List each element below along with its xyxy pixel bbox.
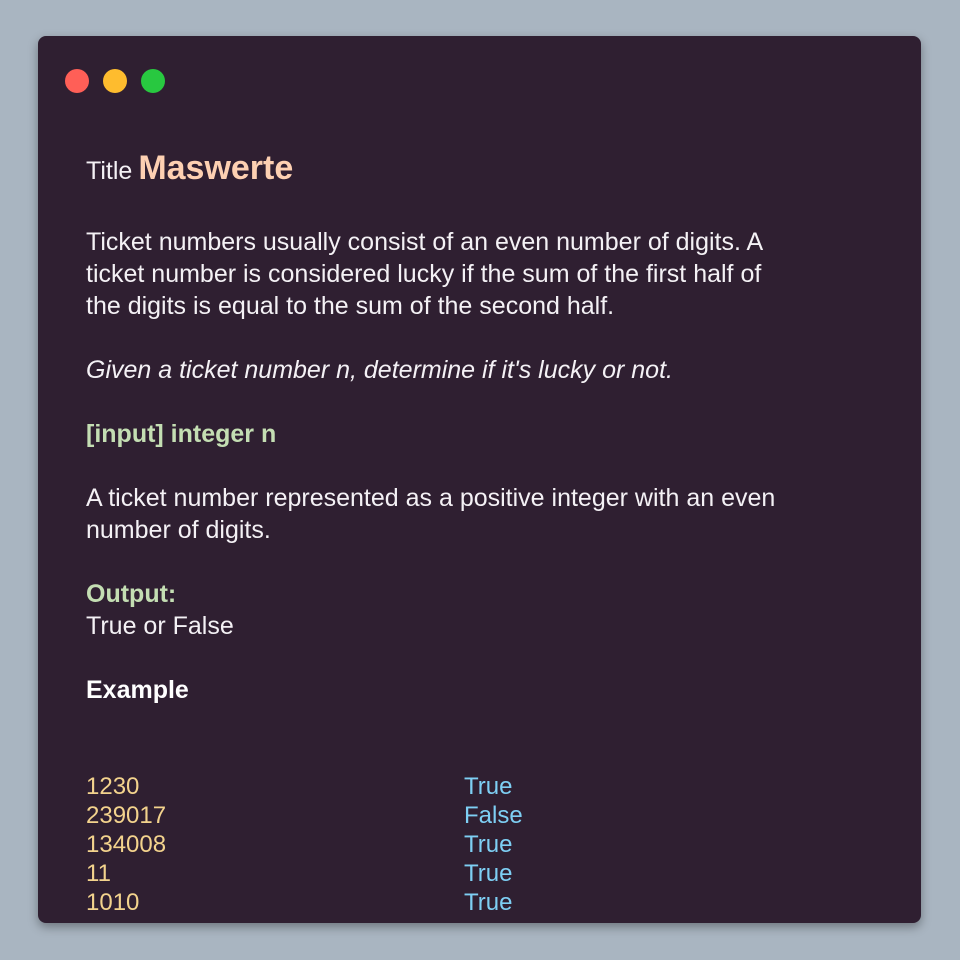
title-prefix: Title [86,157,133,185]
problem-description: Ticket numbers usually consist of an eve… [86,228,762,320]
example-output: True [464,889,513,916]
example-heading: Example [86,676,189,704]
example-row: 1230 True [86,772,686,801]
example-input: 1010 [86,889,140,916]
task-statement: Given a ticket number n, determine if it… [86,356,673,384]
input-description: A ticket number represented as a positiv… [86,484,776,544]
editor-window: Title Maswerte Ticket numbers usually co… [38,36,921,923]
example-row: 239017 False [86,801,686,830]
title-row: Title Maswerte [86,149,786,192]
output-description: True or False [86,612,234,640]
problem-statement: Title Maswerte Ticket numbers usually co… [86,149,786,706]
example-row: 11 True [86,859,686,888]
page-title: Maswerte [138,149,294,187]
example-output: True [464,831,513,858]
input-label: [input] integer n [86,420,277,448]
minimize-window-button[interactable] [103,69,127,93]
example-input: 239017 [86,802,167,829]
example-row: 1010 True [86,888,686,917]
window-controls [65,69,165,93]
example-output: True [464,773,513,800]
example-input: 1230 [86,773,140,800]
output-label: Output: [86,580,177,608]
example-row: 134008 True [86,830,686,859]
example-input: 134008 [86,831,167,858]
example-output: True [464,860,513,887]
example-output: False [464,802,523,829]
close-window-button[interactable] [65,69,89,93]
maximize-window-button[interactable] [141,69,165,93]
example-input: 11 [86,860,111,887]
examples-list: 1230 True 239017 False 134008 True 11 Tr… [86,772,686,917]
